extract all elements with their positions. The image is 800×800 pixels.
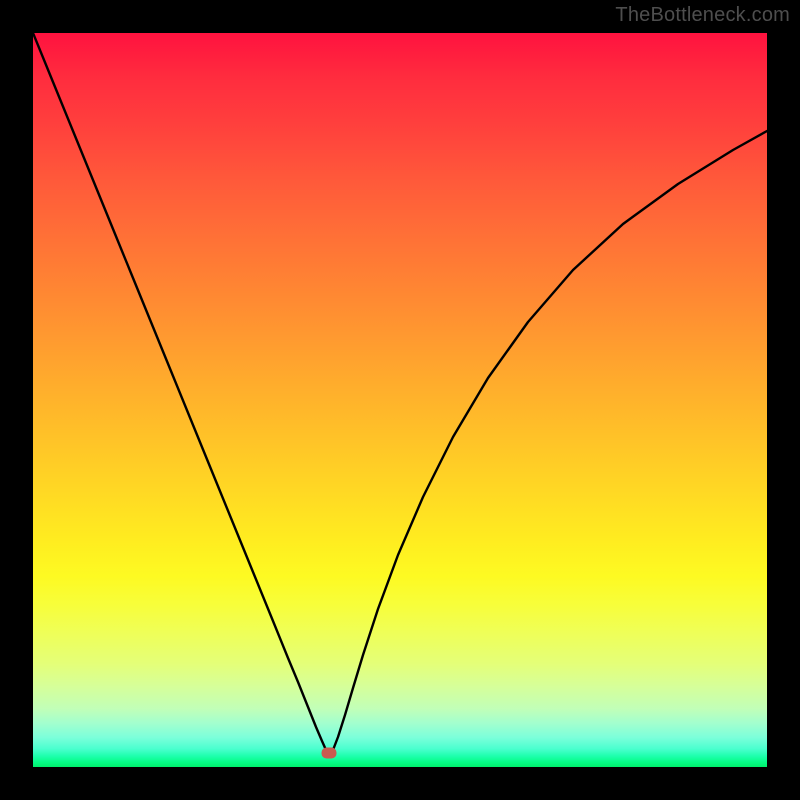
vertex-marker [322,748,337,759]
plot-area [33,33,767,767]
chart-frame: TheBottleneck.com [0,0,800,800]
watermark-text: TheBottleneck.com [615,4,790,27]
bottleneck-curve [33,33,767,767]
